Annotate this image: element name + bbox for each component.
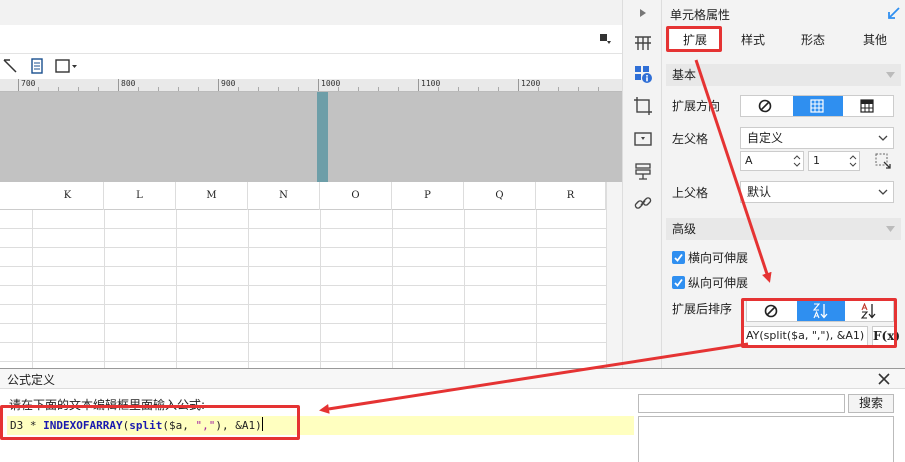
line-tool-icon[interactable] xyxy=(2,57,20,75)
tab-other[interactable]: 其他 xyxy=(850,28,900,52)
column-header[interactable]: K xyxy=(32,182,104,210)
column-header[interactable]: N xyxy=(248,182,320,210)
collapse-arrow-icon[interactable] xyxy=(639,8,647,18)
left-parent-column-value: A xyxy=(745,154,753,167)
cell-picker-icon[interactable] xyxy=(874,152,892,170)
horizontal-expand-button[interactable] xyxy=(843,96,893,116)
column-header[interactable]: R xyxy=(536,182,606,210)
left-parent-select[interactable]: 自定义 xyxy=(740,127,894,149)
upper-parent-select[interactable]: 默认 xyxy=(740,181,894,203)
dialog-title: 公式定义 xyxy=(7,373,56,387)
grid-row[interactable] xyxy=(0,248,606,267)
left-parent-row-value: 1 xyxy=(813,154,820,167)
expand-direction-label: 扩展方向 xyxy=(672,99,721,113)
dialog-title-bar: 公式定义 xyxy=(0,369,905,389)
search-button[interactable]: 搜索 xyxy=(848,394,894,413)
upper-parent-label: 上父格 xyxy=(672,186,709,200)
spinner-icon[interactable] xyxy=(793,154,801,168)
hyperlink-icon[interactable] xyxy=(633,193,653,213)
grid-row[interactable] xyxy=(0,267,606,286)
grid-row[interactable] xyxy=(0,324,606,343)
collapse-caret-icon xyxy=(886,226,895,232)
left-parent-row-input[interactable]: 1 xyxy=(808,151,860,171)
crop-frame-icon[interactable] xyxy=(633,96,653,116)
column-header[interactable]: O xyxy=(320,182,392,210)
column-header[interactable]: Q xyxy=(464,182,536,210)
tool-strip xyxy=(0,25,622,54)
left-parent-value: 自定义 xyxy=(747,131,784,145)
vertical-expand-label: 纵向可伸展 xyxy=(688,276,749,290)
left-parent-column-input[interactable]: A xyxy=(740,151,804,171)
prohibit-icon xyxy=(758,99,772,113)
section-basic-label: 基本 xyxy=(672,68,697,82)
checkbox-checked-icon xyxy=(672,251,685,264)
vertical-expand-button[interactable] xyxy=(793,96,843,116)
section-advanced[interactable]: 高级 xyxy=(666,218,901,240)
grid-row[interactable] xyxy=(0,286,606,305)
page-boundary-marker[interactable] xyxy=(317,92,328,182)
grid-horizontal-icon xyxy=(860,99,874,113)
horizontal-expand-label: 横向可伸展 xyxy=(688,251,749,265)
cell-properties-icon[interactable] xyxy=(633,64,653,84)
column-header[interactable]: M xyxy=(176,182,248,210)
condition-attribute-icon[interactable] xyxy=(633,161,653,181)
grid-vertical-icon xyxy=(810,99,824,113)
sort-after-expand-label: 扩展后排序 xyxy=(672,302,733,316)
collapse-caret-icon xyxy=(886,72,895,78)
section-advanced-label: 高级 xyxy=(672,222,697,236)
column-header[interactable]: P xyxy=(392,182,464,210)
column-header[interactable]: L xyxy=(104,182,176,210)
rectangle-tool-icon[interactable] xyxy=(54,57,78,75)
page-margin-area xyxy=(0,92,622,182)
ruler-label: 800 xyxy=(121,79,136,88)
vertical-scrollbar[interactable] xyxy=(606,182,622,368)
spreadsheet-grid[interactable]: K L M N O P Q R xyxy=(0,182,622,368)
ruler-label: 700 xyxy=(21,79,36,88)
tab-form[interactable]: 形态 xyxy=(788,28,838,52)
upper-parent-value: 默认 xyxy=(747,185,772,199)
close-icon[interactable] xyxy=(877,372,891,386)
property-icon-strip xyxy=(622,0,662,368)
pin-dropdown-icon[interactable] xyxy=(598,32,612,46)
horizontal-ruler: 700 800 900 1000 1100 1200 xyxy=(0,79,622,92)
grid-row[interactable] xyxy=(0,343,606,362)
grid-row[interactable] xyxy=(0,305,606,324)
left-parent-label: 左父格 xyxy=(672,132,709,146)
section-basic[interactable]: 基本 xyxy=(666,64,901,86)
function-list[interactable] xyxy=(638,416,894,462)
grid-row[interactable] xyxy=(0,210,606,229)
tab-style[interactable]: 样式 xyxy=(728,28,778,52)
page-tool-icon[interactable] xyxy=(28,57,46,75)
chevron-down-icon xyxy=(878,135,888,141)
widget-icon[interactable] xyxy=(633,129,653,149)
checkbox-checked-icon xyxy=(672,276,685,289)
ruler-label: 900 xyxy=(221,79,236,88)
annotation-box-sort xyxy=(741,298,897,348)
table-layout-icon[interactable] xyxy=(633,33,653,53)
annotation-box-formula xyxy=(0,405,300,440)
drawing-toolbar xyxy=(0,54,622,78)
chevron-down-icon xyxy=(878,189,888,195)
spinner-icon[interactable] xyxy=(849,154,857,168)
horizontal-expand-checkbox[interactable]: 横向可伸展 xyxy=(672,250,748,266)
function-search-input[interactable] xyxy=(638,394,845,413)
top-bar xyxy=(0,0,622,25)
expand-direction-selector xyxy=(740,95,894,117)
column-header-row: K L M N O P Q R xyxy=(0,182,606,210)
annotation-box-expand-tab xyxy=(666,26,722,52)
no-expand-button[interactable] xyxy=(741,96,791,116)
dock-arrow-icon[interactable] xyxy=(887,6,901,20)
panel-title: 单元格属性 xyxy=(670,8,731,22)
vertical-expand-checkbox[interactable]: 纵向可伸展 xyxy=(672,275,748,291)
grid-row[interactable] xyxy=(0,229,606,248)
